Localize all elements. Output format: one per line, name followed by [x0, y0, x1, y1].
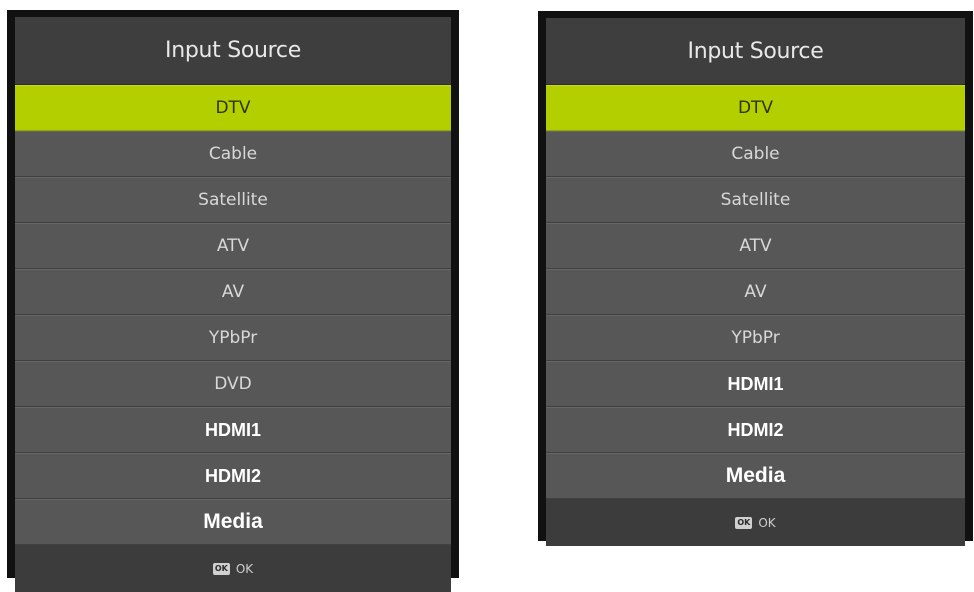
- source-item-ypbpr[interactable]: YPbPr: [546, 315, 965, 361]
- input-source-menu-left: Input Source DTV Cable Satellite ATV AV …: [7, 10, 459, 592]
- source-item-hdmi2[interactable]: HDMI2: [546, 407, 965, 453]
- source-item-media[interactable]: Media: [546, 453, 965, 499]
- source-item-cable[interactable]: Cable: [15, 131, 451, 177]
- source-item-dvd[interactable]: DVD: [15, 361, 451, 407]
- source-item-media[interactable]: Media: [15, 499, 451, 545]
- ok-hint-label: OK: [758, 515, 776, 530]
- source-item-hdmi1[interactable]: HDMI1: [546, 361, 965, 407]
- menu-title: Input Source: [15, 17, 451, 85]
- input-source-list: DTV Cable Satellite ATV AV YPbPr HDMI1 H…: [546, 85, 965, 499]
- input-source-list: DTV Cable Satellite ATV AV YPbPr DVD HDM…: [15, 85, 451, 545]
- source-item-dtv[interactable]: DTV: [15, 85, 451, 131]
- source-item-cable[interactable]: Cable: [546, 131, 965, 177]
- source-item-hdmi1[interactable]: HDMI1: [15, 407, 451, 453]
- ok-key-icon: OK: [735, 516, 753, 529]
- source-item-atv[interactable]: ATV: [15, 223, 451, 269]
- source-item-dtv[interactable]: DTV: [546, 85, 965, 131]
- menu-footer: OK OK: [15, 545, 451, 592]
- input-source-menu-right: Input Source DTV Cable Satellite ATV AV …: [538, 11, 973, 546]
- source-item-satellite[interactable]: Satellite: [15, 177, 451, 223]
- ok-hint-label: OK: [235, 561, 254, 576]
- source-item-av[interactable]: AV: [15, 269, 451, 315]
- source-item-ypbpr[interactable]: YPbPr: [15, 315, 451, 361]
- source-item-hdmi2[interactable]: HDMI2: [15, 453, 451, 499]
- ok-key-icon: OK: [212, 562, 230, 575]
- source-item-satellite[interactable]: Satellite: [546, 177, 965, 223]
- menu-footer: OK OK: [546, 499, 965, 546]
- source-item-atv[interactable]: ATV: [546, 223, 965, 269]
- source-item-av[interactable]: AV: [546, 269, 965, 315]
- menu-title: Input Source: [546, 18, 965, 85]
